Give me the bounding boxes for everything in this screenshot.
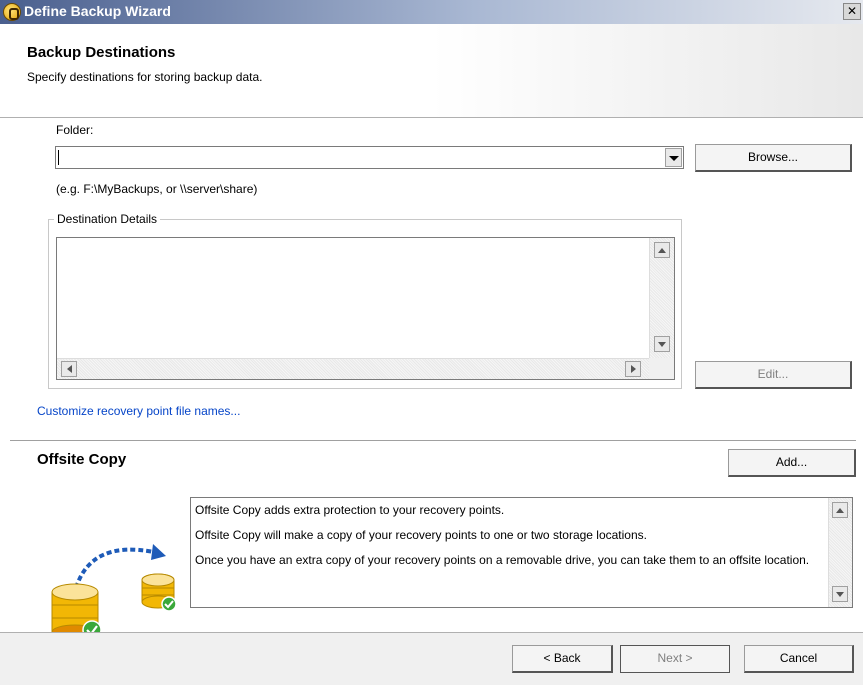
dropdown-arrow-icon[interactable] bbox=[665, 148, 682, 167]
page-subtitle: Specify destinations for storing backup … bbox=[27, 70, 263, 84]
info-scroll-down-button[interactable] bbox=[832, 586, 848, 602]
scroll-up-button[interactable] bbox=[654, 242, 670, 258]
info-scroll-up-button[interactable] bbox=[832, 502, 848, 518]
check-icon bbox=[161, 596, 177, 612]
edit-button[interactable]: Edit... bbox=[695, 361, 852, 389]
scroll-right-button[interactable] bbox=[625, 361, 641, 377]
customize-file-names-link[interactable]: Customize recovery point file names... bbox=[37, 404, 240, 418]
window-title: Define Backup Wizard bbox=[24, 3, 171, 19]
add-offsite-button[interactable]: Add... bbox=[728, 449, 856, 477]
offsite-copy-illustration bbox=[51, 544, 177, 640]
scrollbar-corner bbox=[649, 358, 674, 379]
offsite-info-paragraph: Offsite Copy will make a copy of your re… bbox=[195, 528, 647, 542]
offsite-info-paragraph: Offsite Copy adds extra protection to yo… bbox=[195, 503, 505, 517]
title-bar: Define Backup Wizard ✕ bbox=[0, 0, 863, 24]
back-button[interactable]: < Back bbox=[512, 645, 613, 673]
next-button[interactable]: Next > bbox=[620, 645, 730, 673]
wizard-window: Define Backup Wizard ✕ Backup Destinatio… bbox=[0, 0, 863, 685]
wizard-footer: < Back Next > Cancel bbox=[0, 633, 863, 685]
app-icon bbox=[3, 3, 21, 21]
offsite-info-paragraph: Once you have an extra copy of your reco… bbox=[195, 553, 810, 567]
info-vertical-scrollbar[interactable] bbox=[828, 498, 852, 607]
folder-combobox[interactable] bbox=[55, 146, 684, 169]
scroll-left-button[interactable] bbox=[61, 361, 77, 377]
section-divider bbox=[10, 440, 856, 441]
folder-hint: (e.g. F:\MyBackups, or \\server\share) bbox=[56, 182, 258, 196]
wizard-header: Backup Destinations Specify destinations… bbox=[0, 24, 863, 118]
text-caret bbox=[58, 150, 59, 165]
page-title: Backup Destinations bbox=[27, 44, 176, 61]
offsite-info-text: Offsite Copy adds extra protection to yo… bbox=[195, 503, 825, 578]
offsite-info-box[interactable]: Offsite Copy adds extra protection to yo… bbox=[190, 497, 853, 608]
offsite-copy-title: Offsite Copy bbox=[37, 451, 127, 468]
vertical-scrollbar[interactable] bbox=[649, 238, 674, 358]
horizontal-scrollbar[interactable] bbox=[57, 358, 650, 379]
cancel-button[interactable]: Cancel bbox=[744, 645, 854, 673]
destination-details-label: Destination Details bbox=[54, 212, 161, 226]
close-icon[interactable]: ✕ bbox=[843, 3, 861, 20]
scroll-down-button[interactable] bbox=[654, 336, 670, 352]
folder-label: Folder: bbox=[56, 123, 94, 137]
destination-details-box[interactable] bbox=[56, 237, 675, 380]
browse-button[interactable]: Browse... bbox=[695, 144, 852, 172]
